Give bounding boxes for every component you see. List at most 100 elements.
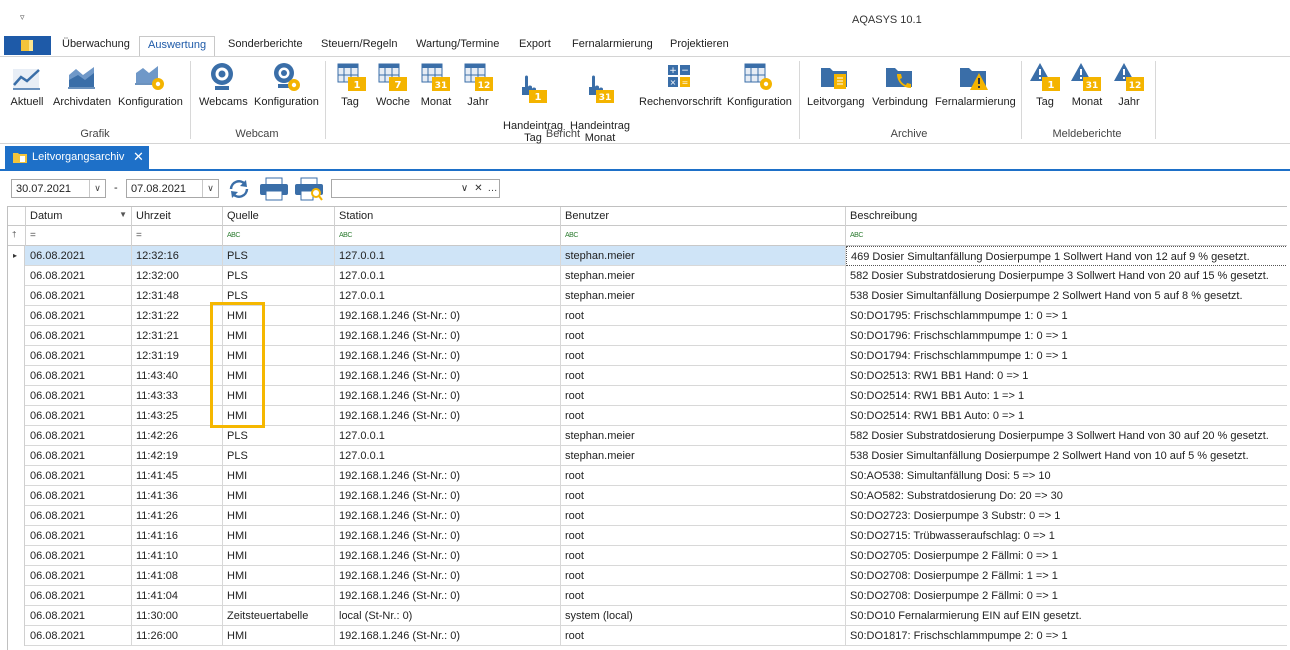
table-row[interactable]: 06.08.2021 11:30:00 Zeitsteuertabelle local… xyxy=(8,606,1287,626)
cell-uhrzeit[interactable]: 11:43:40 xyxy=(132,366,223,386)
cell-uhrzeit[interactable]: 11:42:26 xyxy=(132,426,223,446)
cell-benutzer[interactable]: stephan.meier xyxy=(561,426,846,446)
cell-benutzer[interactable]: root xyxy=(561,546,846,566)
handeintrag-tag-button[interactable]: 1 Handeintrag Tag xyxy=(503,61,563,156)
tab-ueberwachung[interactable]: Überwachung xyxy=(62,38,130,56)
cell-uhrzeit[interactable]: 11:41:10 xyxy=(132,546,223,566)
table-row[interactable]: 06.08.2021 11:26:00 HMI 192.168.1.246 (St-N… xyxy=(8,626,1287,646)
cell-beschreibung[interactable]: S0:DO2514: RW1 BB1 Auto: 1 => 1 xyxy=(846,386,1287,406)
cell-beschreibung[interactable]: S0:AO582: Substratdosierung Do: 20 => 30 xyxy=(846,486,1287,506)
row-indicator[interactable] xyxy=(8,506,25,526)
cell-uhrzeit[interactable]: 11:41:04 xyxy=(132,586,223,606)
cell-station[interactable]: 192.168.1.246 (St-Nr.: 0) xyxy=(335,366,561,386)
leitvorgang-button[interactable]: Leitvorgang xyxy=(807,61,865,108)
fernalarmierung-button[interactable]: Fernalarmierung xyxy=(935,61,1016,108)
meldebericht-monat-button[interactable]: 31 Monat xyxy=(1069,61,1105,108)
cell-datum[interactable]: 06.08.2021 xyxy=(26,546,132,566)
cell-uhrzeit[interactable]: 12:31:22 xyxy=(132,306,223,326)
cell-station[interactable]: 192.168.1.246 (St-Nr.: 0) xyxy=(335,346,561,366)
row-indicator[interactable] xyxy=(8,366,25,386)
cell-uhrzeit[interactable]: 12:31:19 xyxy=(132,346,223,366)
cell-datum[interactable]: 06.08.2021 xyxy=(26,586,132,606)
cell-quelle[interactable]: HMI xyxy=(223,406,335,426)
print-icon[interactable] xyxy=(259,177,289,201)
webcam-konfiguration-button[interactable]: Konfiguration xyxy=(254,61,319,108)
table-row[interactable]: 06.08.2021 11:43:33 HMI 192.168.1.246 (St-N… xyxy=(8,386,1287,406)
cell-beschreibung[interactable]: S0:DO2514: RW1 BB1 Auto: 0 => 1 xyxy=(846,406,1287,426)
table-row[interactable]: 06.08.2021 11:41:26 HMI 192.168.1.246 (St-N… xyxy=(8,506,1287,526)
table-row[interactable]: 06.08.2021 11:41:16 HMI 192.168.1.246 (St-N… xyxy=(8,526,1287,546)
cell-station[interactable]: 192.168.1.246 (St-Nr.: 0) xyxy=(335,486,561,506)
cell-beschreibung[interactable]: S0:DO2708: Dosierpumpe 2 Fällmi: 1 => 1 xyxy=(846,566,1287,586)
cell-beschreibung[interactable]: 538 Dosier Simultanfällung Dosierpumpe 2… xyxy=(846,446,1287,466)
bericht-jahr-button[interactable]: 12 Jahr xyxy=(463,61,493,108)
cell-station[interactable]: 192.168.1.246 (St-Nr.: 0) xyxy=(335,326,561,346)
date-from-picker[interactable]: 30.07.2021 ∨ xyxy=(11,179,106,198)
refresh-icon[interactable] xyxy=(226,177,252,201)
cell-quelle[interactable]: PLS xyxy=(223,286,335,306)
cell-beschreibung[interactable]: 538 Dosier Simultanfällung Dosierpumpe 2… xyxy=(846,286,1287,306)
webcams-button[interactable]: Webcams xyxy=(199,61,248,108)
cell-datum[interactable]: 06.08.2021 xyxy=(26,286,132,306)
cell-station[interactable]: 127.0.0.1 xyxy=(335,246,561,266)
cell-uhrzeit[interactable]: 12:31:21 xyxy=(132,326,223,346)
row-indicator[interactable] xyxy=(8,466,25,486)
cell-benutzer[interactable]: root xyxy=(561,386,846,406)
cell-datum[interactable]: 06.08.2021 xyxy=(26,326,132,346)
cell-uhrzeit[interactable]: 11:42:19 xyxy=(132,446,223,466)
cell-benutzer[interactable]: root xyxy=(561,626,846,646)
cell-datum[interactable]: 06.08.2021 xyxy=(26,566,132,586)
table-row[interactable]: 06.08.2021 11:41:10 HMI 192.168.1.246 (St-N… xyxy=(8,546,1287,566)
bericht-konfiguration-button[interactable]: Konfiguration xyxy=(727,61,792,108)
tab-wartung-termine[interactable]: Wartung/Termine xyxy=(416,38,499,56)
table-row[interactable]: 06.08.2021 11:42:26 PLS 127.0.0.1 stephan.me… xyxy=(8,426,1287,446)
tab-steuern-regeln[interactable]: Steuern/Regeln xyxy=(321,38,397,56)
cell-benutzer[interactable]: root xyxy=(561,346,846,366)
row-indicator[interactable] xyxy=(8,306,25,326)
cell-benutzer[interactable]: stephan.meier xyxy=(561,286,846,306)
cell-uhrzeit[interactable]: 12:32:16 xyxy=(132,246,223,266)
row-indicator[interactable] xyxy=(8,486,25,506)
cell-quelle[interactable]: Zeitsteuertabelle xyxy=(223,606,335,626)
row-indicator[interactable] xyxy=(8,266,25,286)
cell-quelle[interactable]: HMI xyxy=(223,306,335,326)
cell-uhrzeit[interactable]: 11:43:33 xyxy=(132,386,223,406)
cell-quelle[interactable]: PLS xyxy=(223,266,335,286)
cell-station[interactable]: 192.168.1.246 (St-Nr.: 0) xyxy=(335,406,561,426)
cell-station[interactable]: 192.168.1.246 (St-Nr.: 0) xyxy=(335,626,561,646)
row-indicator[interactable] xyxy=(8,286,25,306)
quick-access-toolbar-icon[interactable]: ▿ xyxy=(20,12,25,23)
row-indicator[interactable] xyxy=(8,586,25,606)
tab-projektieren[interactable]: Projektieren xyxy=(670,38,729,56)
row-indicator[interactable] xyxy=(8,526,25,546)
handeintrag-monat-button[interactable]: 31 Handeintrag Monat xyxy=(570,61,630,156)
table-row[interactable]: 06.08.2021 11:43:25 HMI 192.168.1.246 (St-N… xyxy=(8,406,1287,426)
cell-station[interactable]: 192.168.1.246 (St-Nr.: 0) xyxy=(335,386,561,406)
cell-quelle[interactable]: HMI xyxy=(223,566,335,586)
row-indicator[interactable] xyxy=(8,446,25,466)
archivdaten-button[interactable]: Archivdaten xyxy=(53,61,111,108)
cell-uhrzeit[interactable]: 11:41:36 xyxy=(132,486,223,506)
table-row[interactable]: 06.08.2021 11:41:45 HMI 192.168.1.246 (St-N… xyxy=(8,466,1287,486)
cell-quelle[interactable]: HMI xyxy=(223,366,335,386)
cell-datum[interactable]: 06.08.2021 xyxy=(26,506,132,526)
cell-uhrzeit[interactable]: 11:43:25 xyxy=(132,406,223,426)
cell-quelle[interactable]: PLS xyxy=(223,246,335,266)
cell-beschreibung[interactable]: S0:DO1795: Frischschlammpumpe 1: 0 => 1 xyxy=(846,306,1287,326)
column-header-uhrzeit[interactable]: Uhrzeit xyxy=(132,207,223,226)
cell-datum[interactable]: 06.08.2021 xyxy=(26,386,132,406)
cell-station[interactable]: 127.0.0.1 xyxy=(335,446,561,466)
table-row[interactable]: 06.08.2021 12:31:22 HMI 192.168.1.246 (St-N… xyxy=(8,306,1287,326)
cell-beschreibung[interactable]: S0:DO2715: Trübwasseraufschlag: 0 => 1 xyxy=(846,526,1287,546)
filter-cell-uhrzeit[interactable]: = xyxy=(132,226,223,246)
row-indicator[interactable] xyxy=(8,606,25,626)
cell-benutzer[interactable]: stephan.meier xyxy=(561,246,846,266)
cell-quelle[interactable]: HMI xyxy=(223,386,335,406)
grafik-konfiguration-button[interactable]: Konfiguration xyxy=(118,61,183,108)
row-indicator[interactable] xyxy=(8,346,25,366)
cell-datum[interactable]: 06.08.2021 xyxy=(26,426,132,446)
cell-benutzer[interactable]: stephan.meier xyxy=(561,446,846,466)
row-indicator[interactable] xyxy=(8,626,25,646)
column-header-datum[interactable]: Datum ▼ xyxy=(26,207,132,226)
cell-beschreibung[interactable]: 469 Dosier Simultanfällung Dosierpumpe 1… xyxy=(846,246,1287,266)
